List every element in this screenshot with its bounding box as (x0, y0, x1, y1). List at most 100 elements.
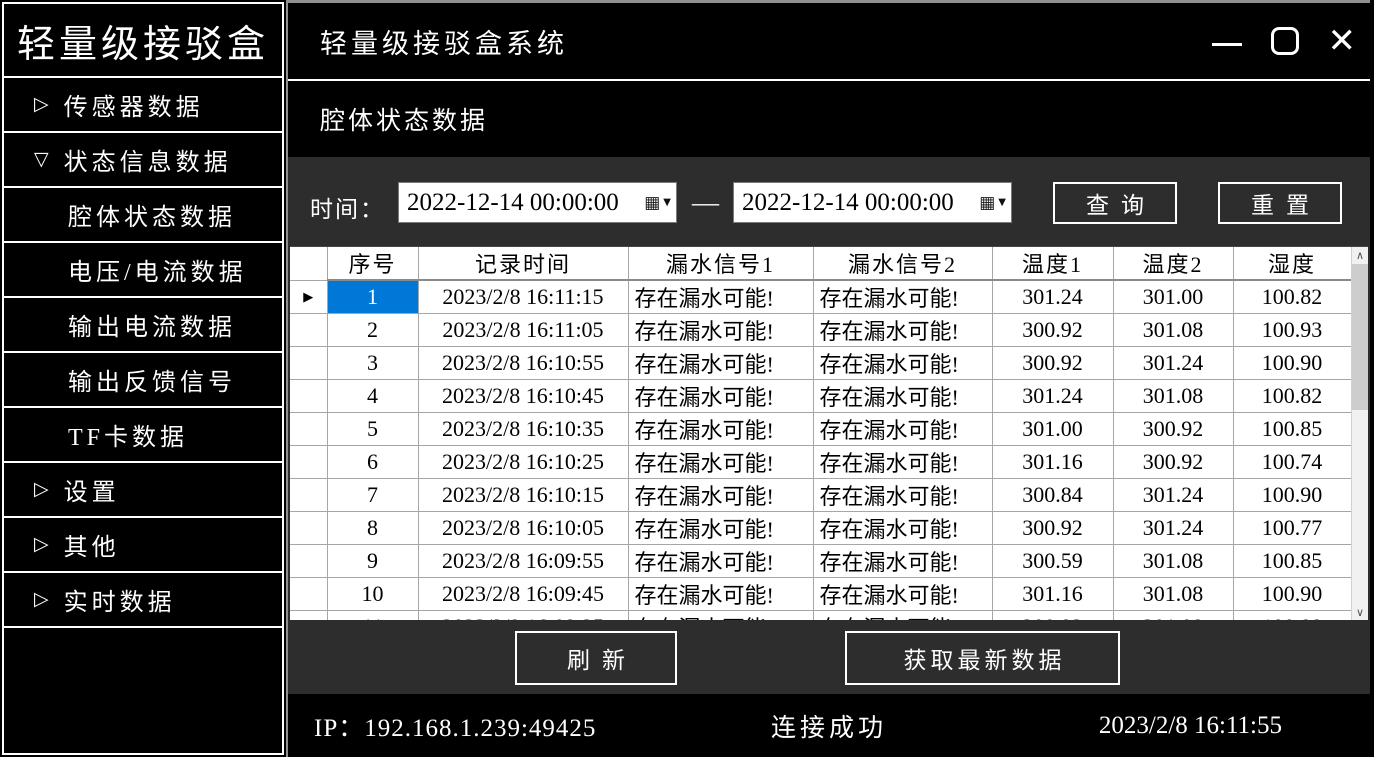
table-row[interactable]: 82023/2/8 16:10:05存在漏水可能!存在漏水可能!300.9230… (290, 512, 1351, 545)
cell[interactable]: 2023/2/8 16:10:55 (418, 347, 628, 380)
cell[interactable]: 10 (327, 578, 418, 611)
cell[interactable]: 存在漏水可能! (813, 611, 992, 621)
cell[interactable]: 300.84 (992, 479, 1113, 512)
sidebar-item-cavity-status-data[interactable]: 腔体状态数据 (4, 188, 282, 243)
sidebar-item-realtime-data[interactable]: ▷实时数据 (4, 573, 282, 628)
cell[interactable]: 2023/2/8 16:09:35 (418, 611, 628, 621)
cell[interactable]: 6 (327, 446, 418, 479)
column-header[interactable]: 序号 (327, 247, 418, 280)
cell[interactable]: 存在漏水可能! (813, 545, 992, 578)
cell[interactable]: 存在漏水可能! (813, 479, 992, 512)
cell[interactable]: 100.90 (1233, 578, 1351, 611)
cell[interactable]: 300.92 (1113, 446, 1233, 479)
cell[interactable]: 301.08 (1113, 545, 1233, 578)
table-row[interactable]: 72023/2/8 16:10:15存在漏水可能!存在漏水可能!300.8430… (290, 479, 1351, 512)
table-row[interactable]: ▶12023/2/8 16:11:15存在漏水可能!存在漏水可能!301.243… (290, 280, 1351, 314)
column-header[interactable]: 漏水信号2 (813, 247, 992, 280)
scroll-up-icon[interactable]: ∧ (1352, 247, 1368, 264)
table-row[interactable]: 32023/2/8 16:10:55存在漏水可能!存在漏水可能!300.9230… (290, 347, 1351, 380)
cell[interactable]: 301.24 (1113, 347, 1233, 380)
cell[interactable]: 4 (327, 380, 418, 413)
row-header-cell[interactable] (290, 479, 327, 512)
cell[interactable]: 存在漏水可能! (628, 314, 813, 347)
cell[interactable]: 100.85 (1233, 545, 1351, 578)
table-row[interactable]: 112023/2/8 16:09:35存在漏水可能!存在漏水可能!300.923… (290, 611, 1351, 621)
row-header-cell[interactable] (290, 314, 327, 347)
fetch-latest-button[interactable]: 获取最新数据 (845, 631, 1120, 685)
cell[interactable]: 301.00 (1113, 280, 1233, 314)
column-header[interactable]: 漏水信号1 (628, 247, 813, 280)
cell[interactable]: 100.82 (1233, 380, 1351, 413)
reset-button[interactable]: 重置 (1218, 182, 1342, 224)
row-header-cell[interactable] (290, 380, 327, 413)
cell[interactable]: 存在漏水可能! (813, 280, 992, 314)
maximize-icon[interactable] (1271, 27, 1299, 55)
row-header-cell[interactable] (290, 446, 327, 479)
table-row[interactable]: 42023/2/8 16:10:45存在漏水可能!存在漏水可能!301.2430… (290, 380, 1351, 413)
cell[interactable]: 存在漏水可能! (628, 280, 813, 314)
chevron-down-icon[interactable]: ▼ (663, 197, 671, 208)
row-header-cell[interactable] (290, 347, 327, 380)
sidebar-item-tf-card-data[interactable]: TF卡数据 (4, 408, 282, 463)
cell[interactable]: 存在漏水可能! (628, 545, 813, 578)
cell[interactable]: 3 (327, 347, 418, 380)
cell[interactable]: 301.24 (992, 380, 1113, 413)
cell[interactable]: 100.74 (1233, 446, 1351, 479)
start-datetime-input[interactable]: 2022-12-14 00:00:00 ▦ ▼ (398, 182, 677, 223)
cell[interactable]: 存在漏水可能! (813, 512, 992, 545)
table-row[interactable]: 22023/2/8 16:11:05存在漏水可能!存在漏水可能!300.9230… (290, 314, 1351, 347)
cell[interactable]: 300.92 (992, 347, 1113, 380)
cell[interactable]: 301.16 (992, 446, 1113, 479)
sidebar-item-output-current-data[interactable]: 输出电流数据 (4, 298, 282, 353)
cell[interactable]: 存在漏水可能! (813, 347, 992, 380)
cell[interactable]: 存在漏水可能! (628, 479, 813, 512)
cell[interactable]: 100.82 (1233, 280, 1351, 314)
table-row[interactable]: 92023/2/8 16:09:55存在漏水可能!存在漏水可能!300.5930… (290, 545, 1351, 578)
cell[interactable]: 9 (327, 545, 418, 578)
cell[interactable]: 301.08 (1113, 380, 1233, 413)
cell[interactable]: 300.59 (992, 545, 1113, 578)
cell[interactable]: 300.92 (992, 314, 1113, 347)
cell[interactable]: 1 (327, 280, 418, 314)
cell[interactable]: 存在漏水可能! (628, 347, 813, 380)
cell[interactable]: 存在漏水可能! (628, 446, 813, 479)
cell[interactable]: 300.92 (992, 512, 1113, 545)
cell[interactable]: 100.85 (1233, 413, 1351, 446)
close-icon[interactable]: ✕ (1328, 26, 1357, 56)
column-header[interactable]: 记录时间 (418, 247, 628, 280)
query-button[interactable]: 查询 (1053, 182, 1177, 224)
selected-row-marker[interactable]: ▶ (290, 280, 327, 314)
cell[interactable]: 2023/2/8 16:11:15 (418, 280, 628, 314)
table-row[interactable]: 52023/2/8 16:10:35存在漏水可能!存在漏水可能!301.0030… (290, 413, 1351, 446)
cell[interactable]: 301.00 (992, 413, 1113, 446)
cell[interactable]: 300.92 (1113, 413, 1233, 446)
cell[interactable]: 5 (327, 413, 418, 446)
chevron-down-icon[interactable]: ▼ (998, 197, 1006, 208)
cell[interactable]: 存在漏水可能! (628, 380, 813, 413)
refresh-button[interactable]: 刷新 (515, 631, 677, 685)
cell[interactable]: 2023/2/8 16:10:05 (418, 512, 628, 545)
cell[interactable]: 存在漏水可能! (628, 578, 813, 611)
cell[interactable]: 100.90 (1233, 347, 1351, 380)
cell[interactable]: 存在漏水可能! (628, 512, 813, 545)
cell[interactable]: 8 (327, 512, 418, 545)
cell[interactable]: 2023/2/8 16:10:45 (418, 380, 628, 413)
end-datetime-input[interactable]: 2022-12-14 00:00:00 ▦ ▼ (733, 182, 1012, 223)
row-header-cell[interactable] (290, 413, 327, 446)
cell[interactable]: 2023/2/8 16:10:35 (418, 413, 628, 446)
sidebar-item-settings[interactable]: ▷设置 (4, 463, 282, 518)
cell[interactable]: 2023/2/8 16:09:45 (418, 578, 628, 611)
cell[interactable]: 100.93 (1233, 314, 1351, 347)
cell[interactable]: 301.24 (1113, 479, 1233, 512)
sidebar-item-status-info-data[interactable]: ▽状态信息数据 (4, 133, 282, 188)
scroll-down-icon[interactable]: ∨ (1352, 604, 1368, 620)
cell[interactable]: 301.08 (1113, 314, 1233, 347)
cell[interactable]: 2023/2/8 16:09:55 (418, 545, 628, 578)
cell[interactable]: 存在漏水可能! (813, 578, 992, 611)
cell[interactable]: 2023/2/8 16:11:05 (418, 314, 628, 347)
cell[interactable]: 301.16 (992, 578, 1113, 611)
cell[interactable]: 存在漏水可能! (813, 380, 992, 413)
cell[interactable]: 100.88 (1233, 611, 1351, 621)
minimize-icon[interactable] (1212, 43, 1242, 46)
row-header-cell[interactable] (290, 578, 327, 611)
